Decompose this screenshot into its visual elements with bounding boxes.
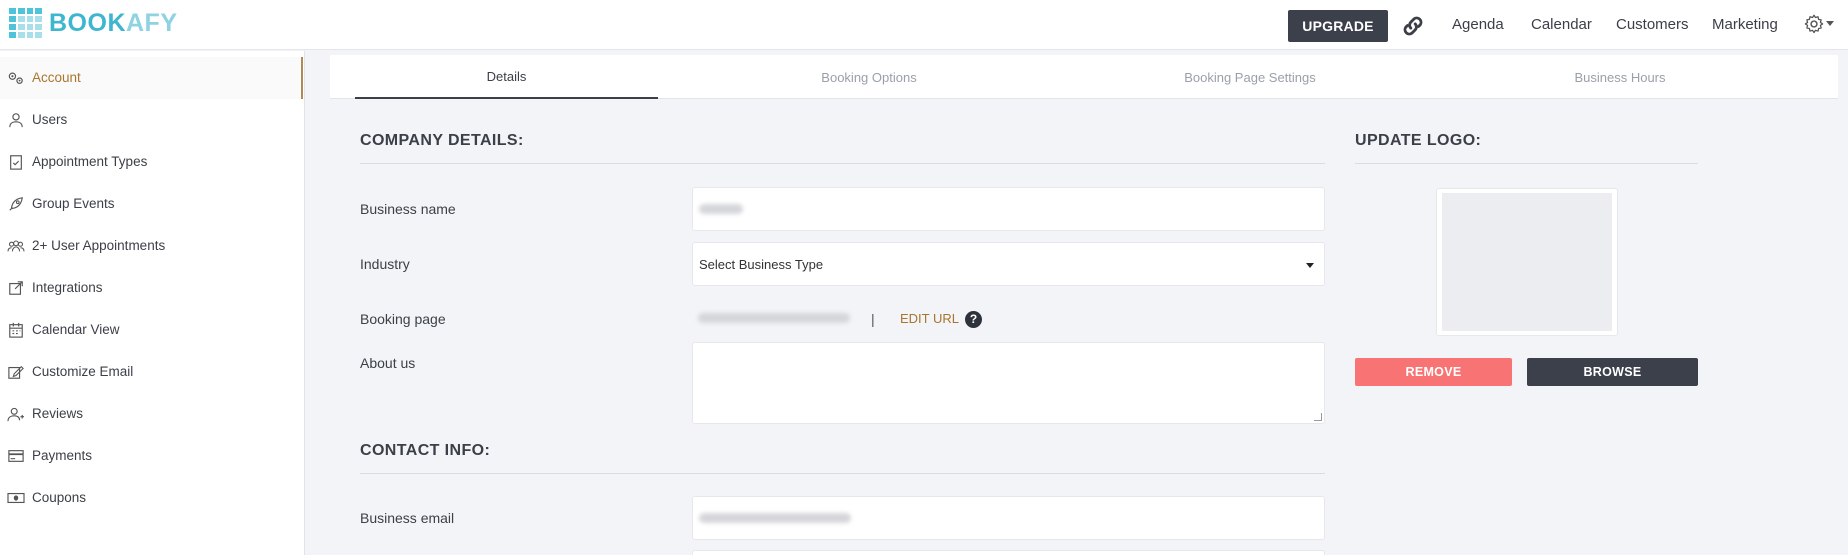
about-us-textarea[interactable] — [692, 342, 1325, 424]
tab-booking-page-settings[interactable]: Booking Page Settings — [1100, 55, 1400, 99]
sidebar-item-label: Group Events — [32, 196, 115, 211]
sidebar-item-account[interactable]: Account — [0, 57, 303, 99]
gear-icon[interactable] — [1803, 13, 1825, 35]
sidebar-item-label: Users — [32, 112, 68, 127]
nav-marketing[interactable]: Marketing — [1712, 16, 1778, 33]
booking-page-label: Booking page — [360, 311, 446, 327]
resize-handle[interactable] — [1314, 413, 1322, 421]
business-email-label: Business email — [360, 510, 455, 526]
separator: | — [871, 311, 875, 327]
link-icon[interactable] — [1400, 13, 1426, 39]
sidebar-item-label: Customize Email — [32, 364, 134, 379]
sidebar-item-users[interactable]: Users — [0, 99, 303, 141]
redacted-booking-url — [698, 313, 850, 323]
logo-grid-icon — [9, 8, 42, 38]
contact-info-title: CONTACT INFO: — [360, 442, 491, 459]
nav-calendar[interactable]: Calendar — [1531, 16, 1592, 33]
business-name-label: Business name — [360, 201, 456, 217]
remove-logo-button[interactable]: REMOVE — [1355, 358, 1512, 386]
logo-placeholder — [1442, 193, 1612, 331]
sidebar-item-label: Integrations — [32, 280, 103, 295]
upgrade-button[interactable]: UPGRADE — [1288, 10, 1388, 42]
nav-customers[interactable]: Customers — [1616, 16, 1689, 33]
sidebar-item-label: Appointment Types — [32, 154, 148, 169]
redacted-value — [699, 513, 851, 523]
sidebar-item-2plus-user-appointments[interactable]: 2+ User Appointments — [0, 225, 303, 267]
edit-icon — [8, 365, 24, 379]
next-field-input[interactable] — [692, 550, 1325, 555]
settings-tabs: Details Booking Options Booking Page Set… — [330, 55, 1838, 99]
chevron-down-icon — [1306, 263, 1314, 268]
sidebar-item-appointment-types[interactable]: Appointment Types — [0, 141, 303, 183]
gears-icon — [8, 72, 23, 84]
users-group-icon — [7, 240, 25, 252]
tab-details[interactable]: Details — [355, 55, 658, 99]
divider — [1355, 163, 1698, 164]
sidebar-item-integrations[interactable]: Integrations — [0, 267, 303, 309]
sidebar-item-coupons[interactable]: Coupons — [0, 477, 303, 519]
sidebar-item-label: Payments — [32, 448, 93, 463]
clipboard-check-icon — [10, 155, 22, 170]
nav-agenda[interactable]: Agenda — [1452, 16, 1504, 33]
business-name-input[interactable] — [692, 187, 1325, 231]
industry-select[interactable]: Select Business Type — [692, 242, 1325, 286]
tab-business-hours[interactable]: Business Hours — [1470, 55, 1770, 99]
rocket-icon — [9, 197, 23, 211]
browse-logo-button[interactable]: BROWSE — [1527, 358, 1698, 386]
sidebar-item-customize-email[interactable]: Customize Email — [0, 351, 303, 393]
update-logo-title: UPDATE LOGO: — [1355, 132, 1482, 149]
logo-text: BOOKAFY — [49, 9, 178, 37]
bookafy-logo[interactable]: BOOKAFY — [9, 8, 178, 38]
top-bar: BOOKAFY UPGRADE Agenda Calendar Customer… — [0, 0, 1848, 50]
sidebar-item-payments[interactable]: Payments — [0, 435, 303, 477]
logo-preview — [1436, 188, 1618, 336]
external-link-icon — [9, 281, 23, 295]
calendar-icon — [9, 322, 23, 338]
industry-selected-value: Select Business Type — [699, 257, 824, 272]
industry-label: Industry — [360, 256, 410, 272]
about-us-label: About us — [360, 355, 416, 371]
chevron-down-icon[interactable] — [1826, 21, 1834, 26]
edit-url-link[interactable]: EDIT URL — [900, 311, 959, 326]
divider — [360, 473, 1325, 474]
sidebar-item-reviews[interactable]: Reviews — [0, 393, 303, 435]
money-icon — [7, 492, 25, 504]
sidebar-item-label: Reviews — [32, 406, 84, 421]
divider — [360, 163, 1325, 164]
sidebar-item-label: 2+ User Appointments — [32, 238, 166, 253]
sidebar-item-label: Coupons — [32, 490, 87, 505]
credit-card-icon — [8, 450, 24, 462]
help-icon[interactable]: ? — [965, 311, 982, 328]
user-plus-icon — [7, 407, 24, 422]
business-email-input[interactable] — [692, 496, 1325, 540]
settings-sidebar: Account Users Appointment Types Group Ev… — [0, 51, 305, 555]
user-icon — [9, 113, 23, 128]
sidebar-item-calendar-view[interactable]: Calendar View — [0, 309, 303, 351]
redacted-value — [699, 204, 743, 214]
sidebar-item-label: Account — [32, 70, 81, 85]
sidebar-item-label: Calendar View — [32, 322, 120, 337]
sidebar-item-group-events[interactable]: Group Events — [0, 183, 303, 225]
tab-booking-options[interactable]: Booking Options — [730, 55, 1008, 99]
company-details-title: COMPANY DETAILS: — [360, 132, 524, 149]
